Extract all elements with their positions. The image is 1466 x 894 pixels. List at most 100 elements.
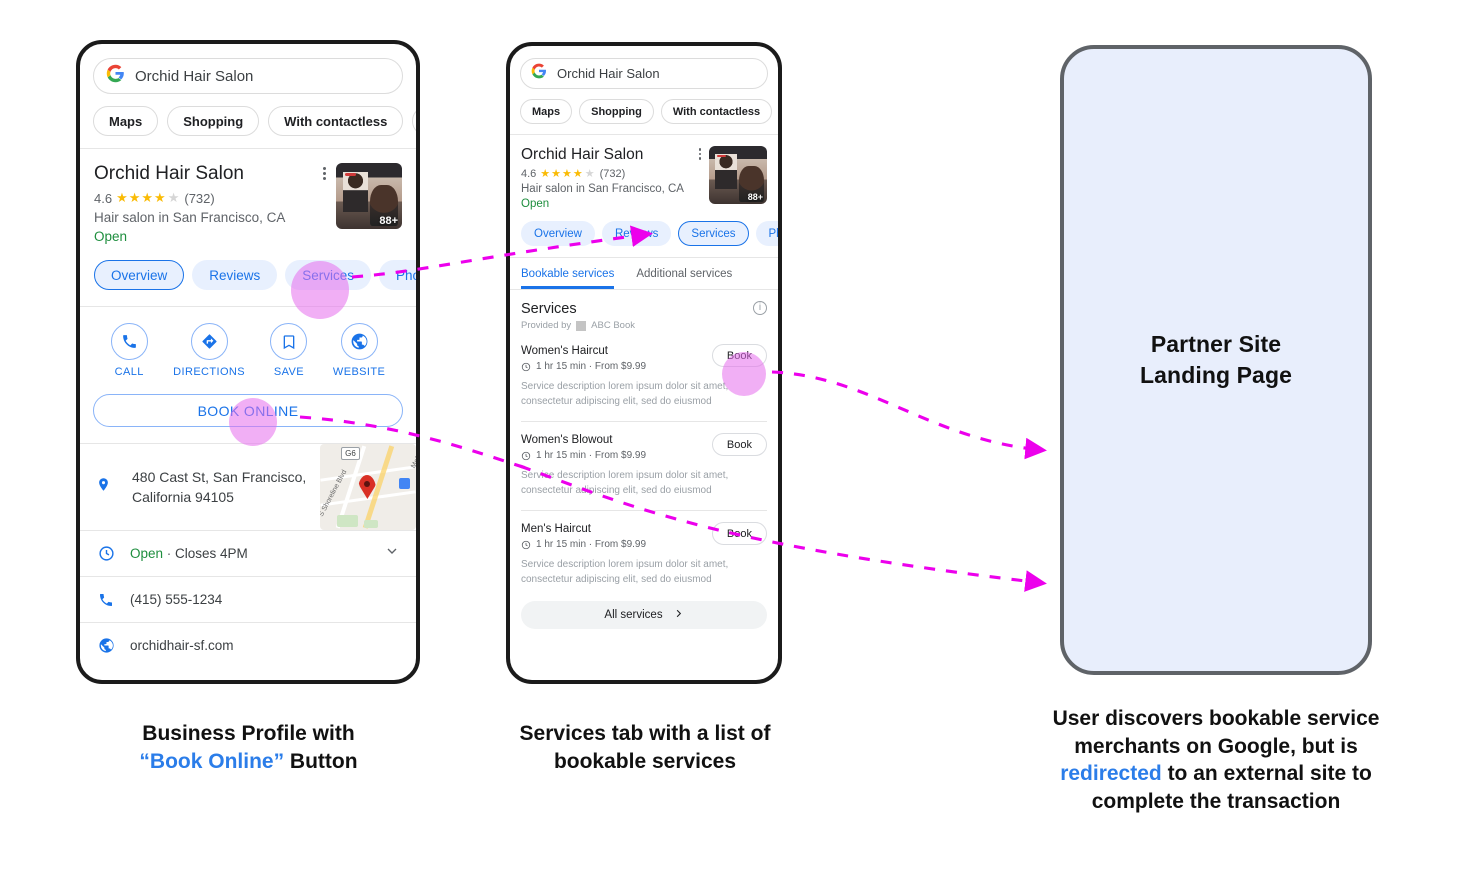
tab-overview[interactable]: Overview bbox=[94, 260, 185, 290]
caption1-tail: Button bbox=[284, 749, 358, 773]
google-g-icon bbox=[531, 63, 547, 84]
google-g-icon bbox=[106, 64, 125, 88]
service-name: Women's Blowout bbox=[521, 434, 613, 446]
caption-phone-2: Services tab with a list of bookable ser… bbox=[495, 720, 795, 775]
open-status: Open bbox=[94, 229, 128, 244]
overflow-menu-icon[interactable] bbox=[323, 167, 326, 244]
rating-row: 4.6 ★★★★ ★ (732) bbox=[521, 167, 699, 181]
service-name: Men's Haircut bbox=[521, 523, 591, 535]
rating-value: 4.6 bbox=[94, 190, 113, 206]
tab-reviews[interactable]: Reviews bbox=[601, 221, 672, 246]
service-meta-text: 1 hr 15 min · From $9.99 bbox=[536, 539, 647, 550]
hours-status: Open bbox=[130, 546, 164, 561]
search-input-value[interactable]: Orchid Hair Salon bbox=[135, 68, 253, 85]
filter-chip-row[interactable]: Maps Shopping With contactless Me bbox=[93, 106, 416, 136]
provider-name: ABC Book bbox=[591, 320, 635, 331]
phone-row[interactable]: (415) 555-1234 bbox=[80, 577, 416, 622]
provider-logo-icon bbox=[576, 320, 587, 331]
phone-business-profile: Orchid Hair Salon Maps Shopping With con… bbox=[76, 40, 420, 684]
service-meta-text: 1 hr 15 min · From $9.99 bbox=[536, 450, 647, 461]
action-button-row[interactable]: CALL DIRECTIONS SAVE WEBSITE bbox=[80, 307, 416, 378]
caption3-pre: User discovers bookable service merchant… bbox=[1052, 707, 1380, 758]
phone-icon bbox=[110, 323, 148, 360]
all-services-button[interactable]: All services bbox=[521, 601, 767, 629]
search-bar[interactable]: Orchid Hair Salon bbox=[93, 58, 403, 94]
action-call[interactable]: CALL bbox=[110, 323, 148, 378]
chip-maps[interactable]: Maps bbox=[93, 106, 159, 136]
action-save-label: SAVE bbox=[273, 366, 305, 378]
action-website-label: WEBSITE bbox=[332, 366, 386, 378]
caption-phone-3: User discovers bookable service merchant… bbox=[1042, 705, 1390, 816]
hours-row[interactable]: Open · Closes 4PM bbox=[80, 531, 416, 576]
clock-icon bbox=[521, 540, 531, 549]
services-subtab-row[interactable]: Bookable services Additional services bbox=[510, 258, 778, 289]
bookmark-icon bbox=[270, 323, 308, 360]
chevron-down-icon[interactable] bbox=[384, 543, 400, 564]
chip-more[interactable]: Me bbox=[412, 106, 416, 136]
diagram-canvas: Orchid Hair Salon Maps Shopping With con… bbox=[0, 0, 1466, 894]
map-thumbnail[interactable]: G6 S Shoreline Blvd Moffe bbox=[320, 444, 416, 530]
tab-photos[interactable]: Photo bbox=[379, 260, 416, 290]
tab-services[interactable]: Services bbox=[678, 221, 749, 246]
business-photo[interactable]: 88+ bbox=[336, 163, 402, 229]
action-directions-label: DIRECTIONS bbox=[173, 366, 246, 378]
partner-site-label: Partner Site Landing Page bbox=[1140, 329, 1292, 391]
business-header: Orchid Hair Salon 4.6 ★★★★ ★ (732) Hair … bbox=[510, 135, 778, 210]
action-directions[interactable]: DIRECTIONS bbox=[173, 323, 245, 378]
service-name: Women's Haircut bbox=[521, 345, 608, 357]
website-row[interactable]: orchidhair-sf.com bbox=[80, 623, 416, 668]
action-save[interactable]: SAVE bbox=[270, 323, 308, 378]
partner-site-line2: Landing Page bbox=[1140, 362, 1292, 388]
book-button[interactable]: Book bbox=[711, 522, 767, 545]
service-description: Service description lorem ipsum dolor si… bbox=[521, 470, 729, 496]
tab-photos[interactable]: Photo bbox=[755, 221, 778, 246]
map-street-2: Moffe bbox=[409, 450, 416, 470]
search-bar[interactable]: Orchid Hair Salon bbox=[520, 58, 768, 89]
filter-chip-row[interactable]: Maps Shopping With contactless Mo bbox=[520, 99, 778, 124]
location-pin-icon bbox=[96, 475, 116, 499]
address-row[interactable]: 480 Cast St, San Francisco, California 9… bbox=[80, 444, 416, 530]
action-website[interactable]: WEBSITE bbox=[333, 323, 385, 378]
chip-shopping[interactable]: Shopping bbox=[579, 99, 654, 124]
chevron-right-icon bbox=[673, 608, 684, 622]
open-status: Open bbox=[521, 198, 550, 210]
website-url: orchidhair-sf.com bbox=[130, 638, 234, 653]
clock-icon bbox=[521, 451, 531, 460]
service-item: Men's Haircut 1 hr 15 min · From $9.99 B… bbox=[510, 511, 778, 587]
tab-overview[interactable]: Overview bbox=[521, 221, 595, 246]
tab-reviews[interactable]: Reviews bbox=[192, 260, 278, 290]
service-meta: 1 hr 15 min · From $9.99 bbox=[521, 539, 712, 550]
photo-count-badge: 88+ bbox=[747, 192, 763, 202]
provided-by-label: Provided by bbox=[521, 320, 572, 331]
business-header: Orchid Hair Salon 4.6 ★★★★ ★ (732) Hair … bbox=[80, 149, 416, 244]
profile-tab-row[interactable]: Overview Reviews Services Photo bbox=[94, 260, 416, 290]
chip-shopping[interactable]: Shopping bbox=[167, 106, 260, 136]
info-icon[interactable]: i bbox=[753, 301, 767, 315]
business-name: Orchid Hair Salon bbox=[521, 146, 644, 163]
chip-with-contactless[interactable]: With contactless bbox=[660, 99, 773, 124]
search-input-value[interactable]: Orchid Hair Salon bbox=[557, 66, 660, 81]
globe-icon bbox=[96, 637, 116, 654]
all-services-label: All services bbox=[604, 609, 663, 621]
clock-icon bbox=[521, 362, 531, 371]
overflow-menu-icon[interactable] bbox=[698, 148, 701, 210]
photo-count-badge: 88+ bbox=[379, 215, 398, 227]
business-photo[interactable]: 88+ bbox=[709, 146, 767, 204]
hours-separator: · bbox=[163, 546, 176, 561]
globe-icon bbox=[340, 323, 378, 360]
business-name: Orchid Hair Salon bbox=[94, 163, 244, 184]
caption2-text: Services tab with a list of bookable ser… bbox=[519, 722, 771, 773]
chip-with-contactless[interactable]: With contactless bbox=[268, 106, 404, 136]
action-call-label: CALL bbox=[114, 366, 144, 378]
chip-maps[interactable]: Maps bbox=[520, 99, 573, 124]
review-count: (732) bbox=[599, 167, 626, 180]
profile-tab-row[interactable]: Overview Reviews Services Photo bbox=[521, 221, 778, 246]
services-section-header: Services Provided by ABC Book i bbox=[510, 290, 778, 331]
book-button[interactable]: Book bbox=[711, 433, 767, 456]
subtab-bookable-services[interactable]: Bookable services bbox=[521, 268, 615, 289]
rating-star-empty: ★ bbox=[584, 168, 596, 180]
rating-stars: ★★★★ bbox=[540, 168, 584, 180]
rating-stars: ★★★★ bbox=[116, 190, 167, 205]
caption1-accent: “Book Online” bbox=[139, 749, 285, 773]
subtab-additional-services[interactable]: Additional services bbox=[636, 268, 732, 289]
